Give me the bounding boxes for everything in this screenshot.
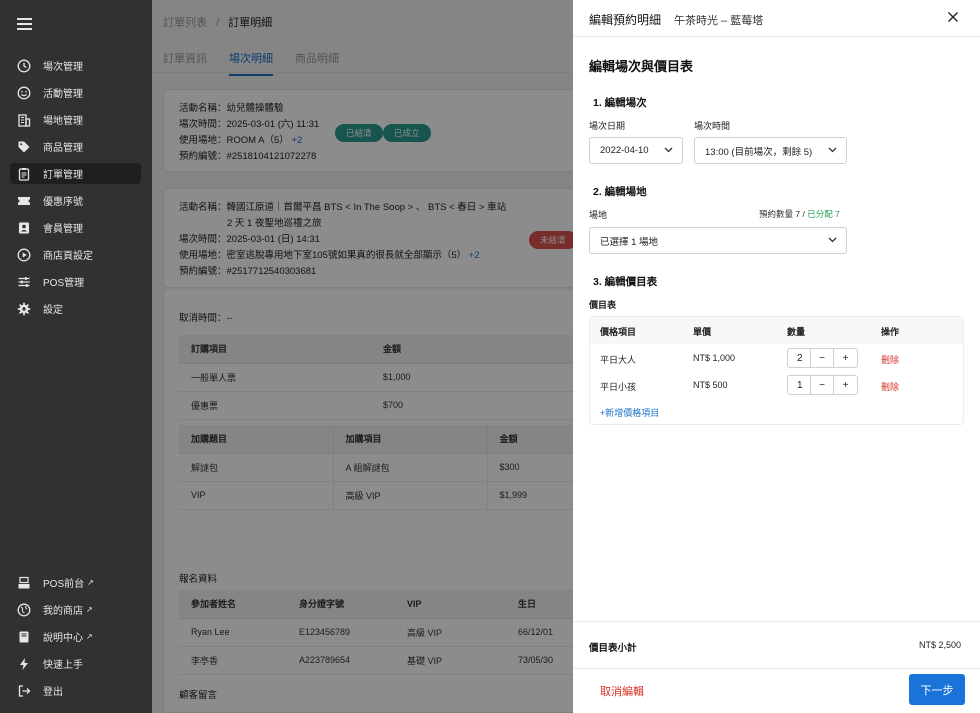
drawer-heading: 編輯場次與價目表 [589, 59, 694, 74]
date-select[interactable]: 2022-04-10 [589, 137, 683, 164]
minus-icon[interactable]: − [811, 376, 834, 394]
ticket-icon [17, 194, 31, 208]
price-table: 價格項目 單價 數量 操作 平日大人 NT$ 1,000 2 − + 刪除 平日… [589, 316, 964, 425]
modal-backdrop[interactable] [152, 0, 573, 713]
sidebar-item-storefront[interactable]: 商店頁設定 [10, 244, 141, 265]
external-link-icon: ↗ [86, 605, 93, 614]
venue-select[interactable]: 已選擇 1 場地 [589, 227, 847, 254]
sidebar: 場次管理 活動管理 場地管理 商品管理 訂單管理 優惠序號 會員管理 商店頁設定… [0, 0, 152, 713]
sidebar-item-label: 商店頁設定 [43, 251, 93, 262]
minus-icon[interactable]: − [811, 349, 834, 367]
plus-icon[interactable]: + [834, 349, 857, 367]
close-icon[interactable] [947, 10, 959, 28]
sidebar-item-label: 訂單管理 [43, 170, 83, 181]
price-row: 平日大人 NT$ 1,000 2 − + 刪除 [590, 344, 963, 371]
sidebar-item-label: 登出 [43, 687, 63, 698]
venue-label: 場地 [589, 210, 608, 220]
quantity-stepper[interactable]: 2 − + [787, 348, 858, 368]
sidebar-item-coupons[interactable]: 優惠序號 [10, 190, 141, 211]
sidebar-item-label: 優惠序號 [43, 197, 83, 208]
delete-button[interactable]: 刪除 [881, 353, 899, 366]
sidebar-item-settings[interactable]: 設定 [10, 298, 141, 319]
external-link-icon: ↗ [86, 632, 93, 641]
step2-title: 2. 編輯場地 [593, 186, 647, 198]
tag-icon [17, 140, 31, 154]
add-price-item-button[interactable]: +新增價格項目 [600, 406, 659, 419]
external-link-icon: ↗ [87, 578, 94, 587]
sidebar-nav: 場次管理 活動管理 場地管理 商品管理 訂單管理 優惠序號 會員管理 商店頁設定… [10, 55, 141, 325]
divider [573, 668, 980, 669]
member-icon [17, 221, 31, 235]
sidebar-item-products[interactable]: 商品管理 [10, 136, 141, 157]
sidebar-item-venues[interactable]: 場地管理 [10, 109, 141, 130]
play-icon [17, 248, 31, 262]
sidebar-item-label: 場地管理 [43, 116, 83, 127]
clipboard-icon [17, 167, 31, 181]
subtotal-value: NT$ 2,500 [919, 640, 962, 650]
sidebar-item-my-store[interactable]: 我的商店 ↗ [10, 599, 141, 620]
register-icon [17, 576, 31, 590]
subtotal-label: 價目表小計 [589, 643, 637, 654]
sidebar-item-help[interactable]: 說明中心 ↗ [10, 626, 141, 647]
sidebar-item-label: 商品管理 [43, 143, 83, 154]
cancel-edit-button[interactable]: 取消編輯 [600, 683, 644, 699]
next-step-button[interactable]: 下一步 [909, 674, 965, 705]
gear-icon [17, 302, 31, 316]
chevron-down-icon [828, 236, 837, 245]
price-table-header: 價格項目 單價 數量 操作 [590, 317, 963, 344]
clock-icon [17, 59, 31, 73]
sidebar-item-pos-front[interactable]: POS前台 ↗ [10, 572, 141, 593]
divider [573, 621, 980, 622]
sidebar-item-quickstart[interactable]: 快速上手 [10, 653, 141, 674]
delete-button[interactable]: 刪除 [881, 380, 899, 393]
date-label: 場次日期 [589, 121, 626, 131]
plus-icon[interactable]: + [834, 376, 857, 394]
sidebar-item-label: 快速上手 [43, 660, 83, 671]
drawer-header: 編輯預約明細 午茶時光 – 藍莓塔 [573, 0, 980, 37]
sidebar-item-members[interactable]: 會員管理 [10, 217, 141, 238]
sidebar-item-orders[interactable]: 訂單管理 [10, 163, 141, 184]
sidebar-item-label: POS前台 [43, 579, 85, 590]
price-table-label: 價目表 [589, 300, 617, 310]
step3-title: 3. 編輯價目表 [593, 276, 658, 288]
sidebar-item-label: 我的商店 [43, 606, 83, 617]
sidebar-item-label: 說明中心 [43, 633, 83, 644]
price-row: 平日小孩 NT$ 500 1 − + 刪除 [590, 371, 963, 398]
venue-allocation: 預約數量 7 / 已分配 7 [759, 209, 840, 219]
step1-title: 1. 編輯場次 [593, 97, 647, 109]
drawer-title: 編輯預約明細 [589, 13, 662, 27]
sidebar-bottom-nav: POS前台 ↗ 我的商店 ↗ 說明中心 ↗ 快速上手 登出 [10, 572, 141, 707]
book-icon [17, 630, 31, 644]
building-icon [17, 113, 31, 127]
quantity-value[interactable]: 1 [788, 376, 811, 394]
sidebar-item-pos[interactable]: POS管理 [10, 271, 141, 292]
sidebar-item-label: POS管理 [43, 278, 85, 289]
time-select[interactable]: 13:00 (目前場次，剩餘 5) [694, 137, 847, 164]
chevron-down-icon [664, 146, 673, 155]
quantity-value[interactable]: 2 [788, 349, 811, 367]
quantity-stepper[interactable]: 1 − + [787, 375, 858, 395]
chevron-down-icon [828, 146, 837, 155]
edit-booking-drawer: 編輯預約明細 午茶時光 – 藍莓塔 編輯場次與價目表 1. 編輯場次 場次日期 … [573, 0, 980, 713]
sidebar-item-logout[interactable]: 登出 [10, 680, 141, 701]
time-label: 場次時間 [694, 121, 731, 131]
logout-icon [17, 684, 31, 698]
sliders-icon [17, 275, 31, 289]
globe-icon [17, 603, 31, 617]
sidebar-item-label: 設定 [43, 305, 63, 316]
sidebar-item-label: 活動管理 [43, 89, 83, 100]
sidebar-item-label: 場次管理 [43, 62, 83, 73]
drawer-subtitle: 午茶時光 – 藍莓塔 [674, 15, 764, 27]
sidebar-item-sessions[interactable]: 場次管理 [10, 55, 141, 76]
sidebar-item-events[interactable]: 活動管理 [10, 82, 141, 103]
smile-icon [17, 86, 31, 100]
bolt-icon [17, 657, 31, 671]
sidebar-item-label: 會員管理 [43, 224, 83, 235]
menu-icon[interactable] [17, 18, 32, 30]
